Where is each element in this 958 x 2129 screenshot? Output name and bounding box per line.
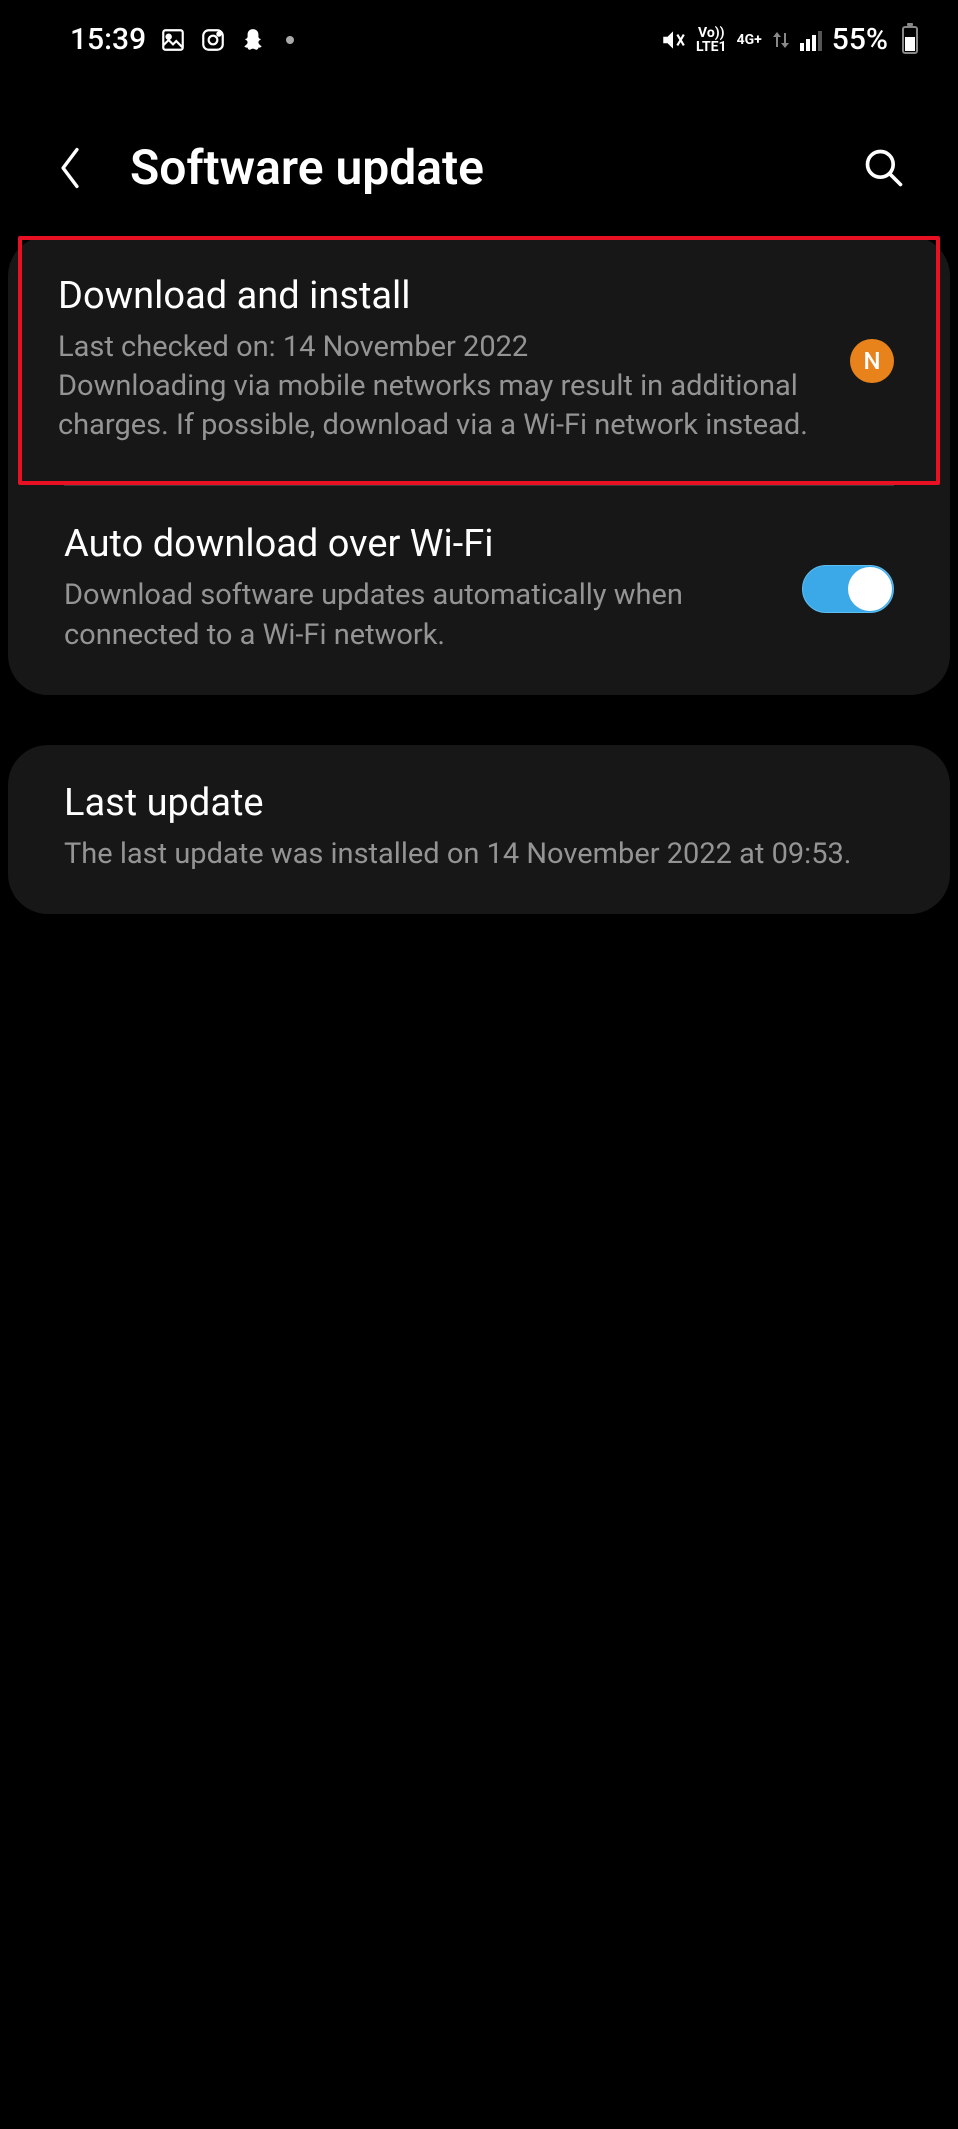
battery-icon — [902, 26, 918, 54]
back-button[interactable] — [50, 148, 90, 188]
status-left: 15:39 — [70, 22, 294, 57]
last-update-title: Last update — [64, 781, 894, 825]
data-arrows-icon — [772, 29, 790, 51]
page-header: Software update — [0, 79, 958, 236]
gallery-icon — [160, 27, 186, 53]
download-install-title: Download and install — [58, 274, 820, 318]
chevron-left-icon — [55, 145, 85, 191]
settings-card-1: Download and install Last checked on: 14… — [8, 236, 950, 695]
status-right: Vo)) LTE1 4G+ 55% — [660, 22, 918, 57]
instagram-icon — [200, 27, 226, 53]
last-update-item[interactable]: Last update The last update was installe… — [8, 745, 950, 914]
more-dot-icon — [286, 36, 294, 44]
mute-icon — [660, 27, 686, 53]
status-bar: 15:39 Vo)) LTE1 4G+ 55% — [0, 0, 958, 79]
notification-badge: N — [850, 339, 894, 383]
last-update-desc: The last update was installed on 14 Nove… — [64, 835, 894, 874]
signal-icon — [800, 29, 822, 51]
auto-download-toggle[interactable] — [802, 565, 894, 613]
settings-card-2: Last update The last update was installe… — [8, 745, 950, 914]
status-time: 15:39 — [70, 22, 146, 57]
search-icon — [862, 146, 906, 190]
page-title: Software update — [130, 139, 820, 196]
download-install-item[interactable]: Download and install Last checked on: 14… — [18, 236, 940, 485]
snapchat-icon — [240, 27, 266, 53]
volte-icon: Vo)) LTE1 — [696, 26, 727, 54]
battery-percent: 55% — [832, 22, 888, 57]
download-install-desc: Last checked on: 14 November 2022 Downlo… — [58, 328, 820, 445]
auto-download-title: Auto download over Wi-Fi — [64, 522, 782, 566]
toggle-knob — [848, 567, 892, 611]
auto-download-item[interactable]: Auto download over Wi-Fi Download softwa… — [8, 486, 950, 694]
auto-download-desc: Download software updates automatically … — [64, 576, 782, 654]
search-button[interactable] — [860, 144, 908, 192]
network-type: 4G+ — [737, 33, 762, 47]
